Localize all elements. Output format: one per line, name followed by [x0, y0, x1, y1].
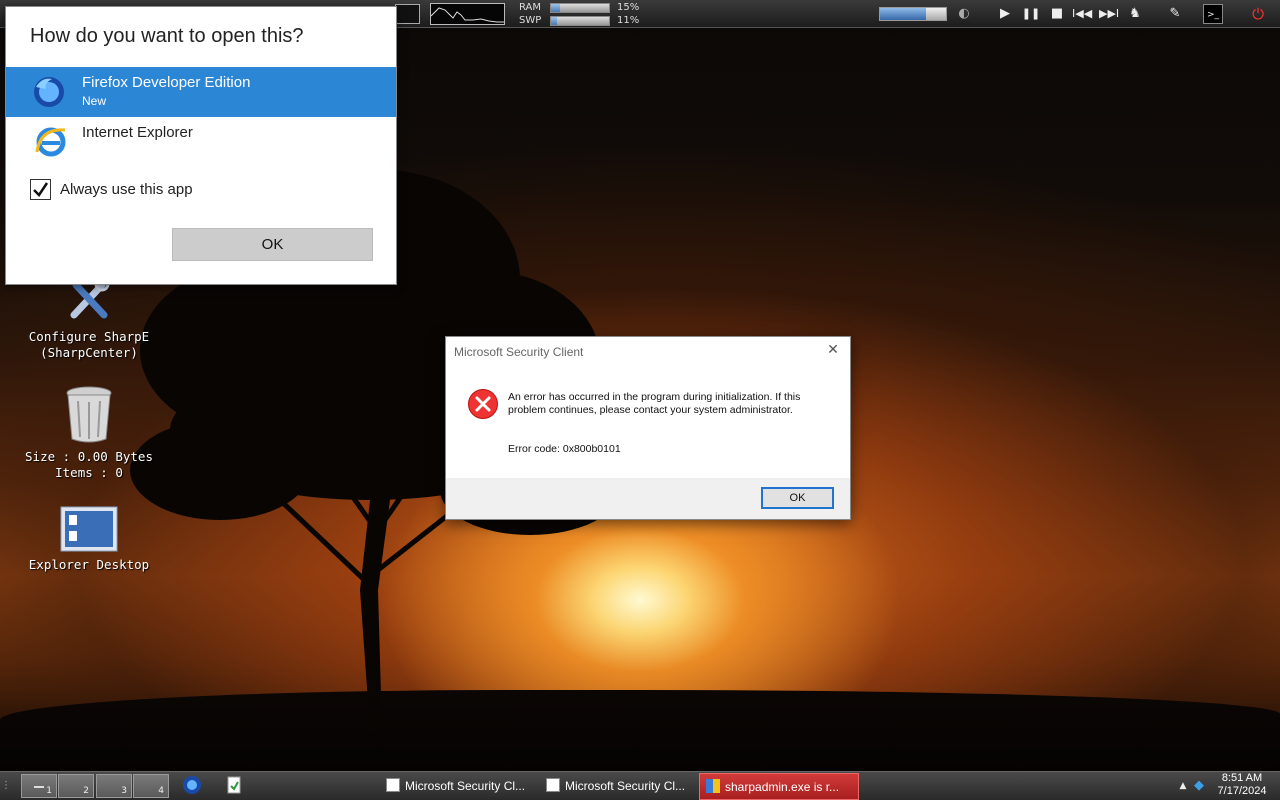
workspace-number: 4: [158, 786, 164, 796]
app-option-internet-explorer[interactable]: Internet Explorer: [6, 117, 396, 167]
task-label: Microsoft Security Cl...: [565, 779, 686, 793]
close-icon[interactable]: ✕: [824, 341, 842, 359]
always-use-label: Always use this app: [60, 181, 193, 198]
swp-meter-fill: [551, 17, 558, 25]
always-use-checkbox[interactable]: [30, 179, 51, 200]
error-message: An error has occurred in the program dur…: [508, 391, 801, 416]
previous-icon[interactable]: I◀◀: [1072, 4, 1092, 24]
play-icon[interactable]: ▶: [995, 4, 1015, 24]
desktop-icon-label: (SharpCenter): [40, 345, 138, 360]
ram-meter: [550, 3, 610, 13]
cpu-graph: [430, 3, 505, 25]
security-ok-button[interactable]: OK: [761, 487, 834, 509]
workspace-number: 1: [46, 786, 52, 796]
desktop-icon-label: Configure SharpE: [28, 329, 150, 344]
ram-label: RAM: [519, 2, 542, 13]
desktop-icon-explorer-desktop[interactable]: Explorer Desktop: [24, 505, 154, 573]
taskbar-task-security-client-2[interactable]: Microsoft Security Cl...: [544, 773, 696, 800]
pause-icon[interactable]: ❚❚: [1021, 4, 1041, 24]
power-icon[interactable]: ⏻: [1248, 4, 1268, 24]
workspace-4[interactable]: 4: [133, 774, 169, 798]
swp-meter: [550, 16, 610, 26]
shield-icon: [706, 779, 720, 793]
window-icon: [546, 778, 560, 792]
app-option-name: Internet Explorer: [82, 124, 193, 141]
task-label: sharpadmin.exe is r...: [725, 780, 840, 794]
speaker-icon[interactable]: ◐: [954, 4, 974, 24]
error-x-glyph: [475, 396, 491, 412]
ram-meter-fill: [551, 4, 560, 12]
firefox-launcher-icon[interactable]: [182, 775, 202, 795]
swp-label: SWP: [519, 15, 542, 26]
ram-value: 15%: [617, 2, 640, 13]
workspace-1[interactable]: 1: [21, 774, 57, 798]
security-error-dialog: Microsoft Security Client ✕ An error has…: [445, 336, 851, 520]
desktop-icon-label: Explorer Desktop: [28, 557, 150, 572]
dialog-title: Microsoft Security Client: [454, 345, 584, 359]
window-icon: [386, 778, 400, 792]
workspace-3[interactable]: 3: [96, 774, 132, 798]
taskbar: ⋮ 1 2 3 4 Microsoft Security Cl... Micro…: [0, 771, 1280, 800]
error-icon: [468, 389, 498, 419]
taskbar-clock[interactable]: 8:51 AM 7/17/2024: [1212, 772, 1272, 798]
volume-slider[interactable]: [879, 7, 947, 21]
desktop-icon-recycle-bin[interactable]: Size : 0.00 Bytes Items : 0: [24, 385, 154, 481]
document-launcher-icon[interactable]: [224, 776, 244, 796]
clock-time: 8:51 AM: [1221, 772, 1263, 784]
taskbar-task-security-client-1[interactable]: Microsoft Security Cl...: [384, 773, 534, 800]
app-option-firefox-dev[interactable]: Firefox Developer Edition New: [6, 67, 396, 117]
desktop-icon-label: Size : 0.00 Bytes: [25, 449, 153, 464]
taskbar-grip-icon[interactable]: ⋮: [1, 776, 11, 796]
terminal-icon[interactable]: >_: [1203, 4, 1223, 24]
volume-slider-fill: [880, 8, 927, 20]
workspace-2[interactable]: 2: [58, 774, 94, 798]
workspace-number: 2: [83, 786, 89, 796]
media-player-icon[interactable]: ♞: [1125, 4, 1145, 24]
stop-icon[interactable]: ■: [1047, 4, 1067, 24]
task-label: Microsoft Security Cl...: [405, 779, 526, 793]
workspace-number: 3: [121, 786, 127, 796]
settings-palette-icon[interactable]: ✎: [1165, 4, 1185, 24]
error-code: Error code: 0x800b0101: [508, 443, 621, 455]
swp-value: 11%: [617, 15, 640, 26]
panel-widget-box: [395, 4, 420, 24]
active-workspace-marker: [34, 786, 44, 788]
desktop-icon-label: Items : 0: [55, 465, 123, 480]
app-option-badge: New: [82, 94, 107, 108]
desktop-icon-configure-sharpe[interactable]: Configure SharpE (SharpCenter): [24, 275, 154, 361]
explorer-desktop-icon: [60, 506, 118, 552]
next-icon[interactable]: ▶▶I: [1099, 4, 1119, 24]
clock-date: 7/17/2024: [1217, 785, 1267, 797]
recycle-bin-icon: [66, 386, 112, 443]
checkmark-icon: [33, 182, 49, 197]
open-with-dialog: How do you want to open this? Firefox De…: [5, 6, 397, 285]
cpu-graph-line: [430, 7, 504, 23]
open-with-title: How do you want to open this?: [30, 25, 304, 47]
open-with-ok-button[interactable]: OK: [172, 228, 373, 261]
taskbar-task-sharpadmin[interactable]: sharpadmin.exe is r...: [699, 773, 859, 800]
tray-network-icon[interactable]: ◆: [1189, 776, 1209, 796]
firefox-icon: [34, 77, 64, 107]
app-option-name: Firefox Developer Edition: [82, 74, 251, 91]
dialog-footer: OK: [446, 478, 850, 519]
internet-explorer-icon: [35, 127, 66, 157]
